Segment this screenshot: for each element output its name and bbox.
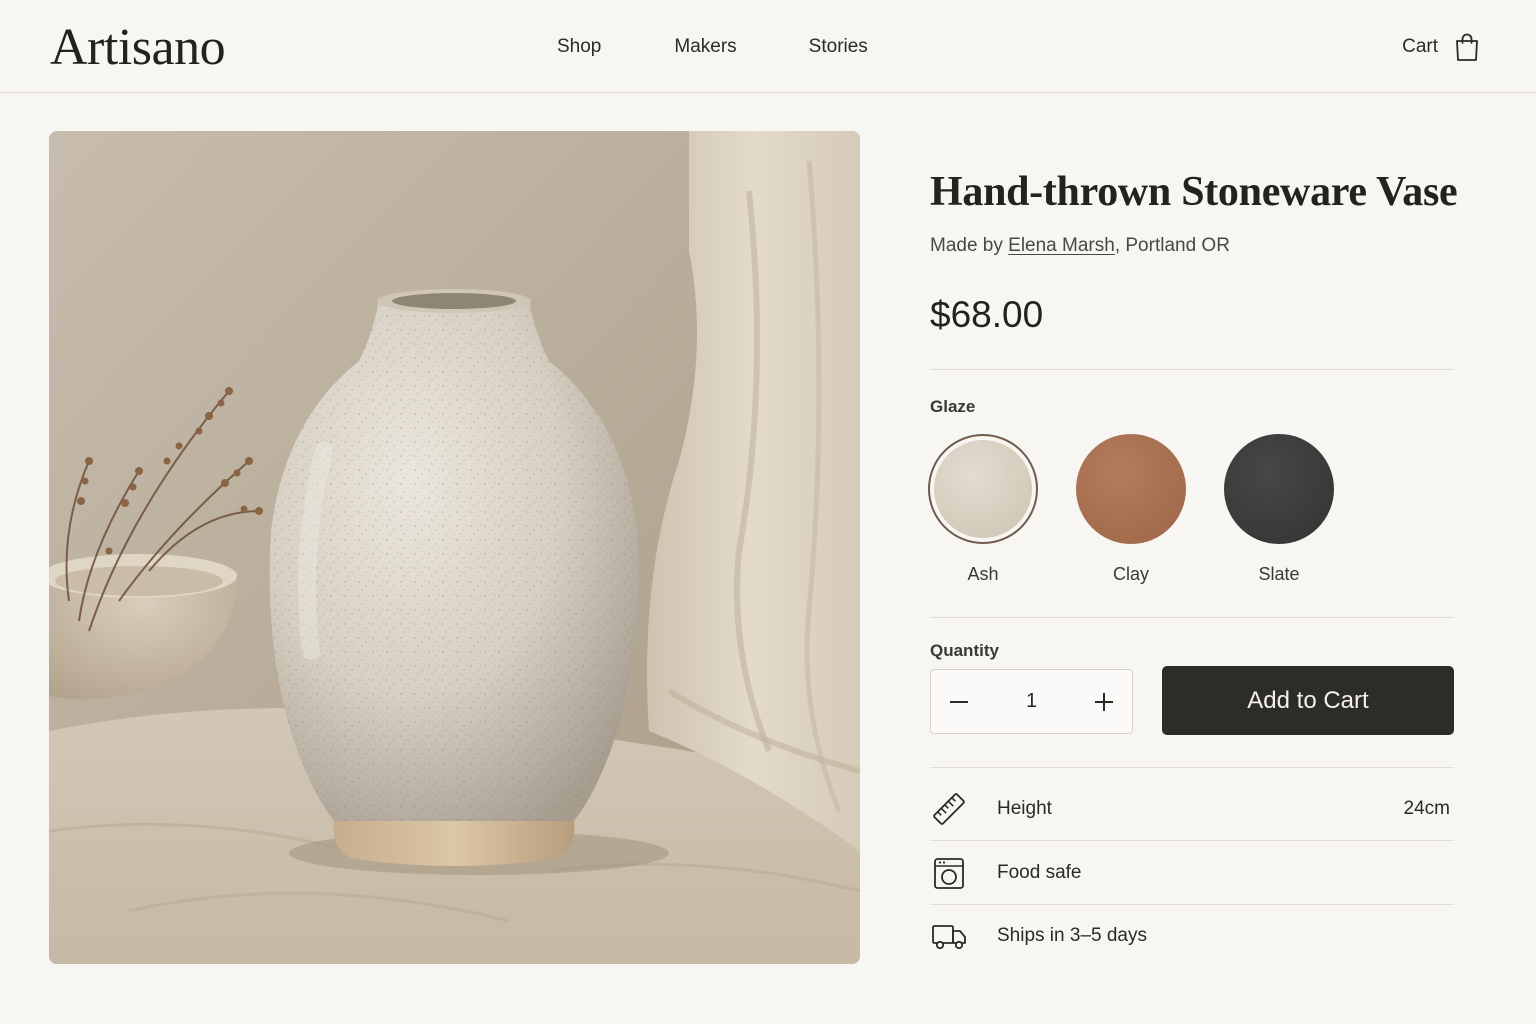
maker-link[interactable]: Elena Marsh xyxy=(1008,235,1115,256)
site-header: Artisano Shop Makers Stories Cart xyxy=(0,0,1536,93)
divider xyxy=(930,840,1454,841)
swatch-ash[interactable] xyxy=(928,434,1038,544)
truck-icon xyxy=(930,917,968,955)
divider xyxy=(930,617,1454,618)
product-image[interactable] xyxy=(49,131,860,964)
nav-shop[interactable]: Shop xyxy=(557,36,601,58)
divider xyxy=(930,369,1454,370)
shopping-bag-icon xyxy=(1456,33,1478,61)
swatch-clay[interactable] xyxy=(1076,434,1186,544)
quantity-value[interactable]: 1 xyxy=(1026,690,1037,713)
glaze-option-clay[interactable]: Clay xyxy=(1073,434,1189,585)
spec-height: Height 24cm xyxy=(930,789,1454,829)
food-safe-icon xyxy=(930,854,968,892)
product-title: Hand-thrown Stoneware Vase xyxy=(930,169,1458,215)
maker-location: , Portland OR xyxy=(1114,235,1230,256)
add-to-cart-button[interactable]: Add to Cart xyxy=(1162,666,1454,735)
divider xyxy=(930,767,1454,768)
spec-label: Food safe xyxy=(997,862,1082,883)
glaze-option-slate[interactable]: Slate xyxy=(1221,434,1337,585)
spec-label: Ships in 3–5 days xyxy=(997,925,1147,946)
increment-button[interactable] xyxy=(1090,688,1118,716)
spec-value: 24cm xyxy=(1403,798,1450,819)
brand-logo[interactable]: Artisano xyxy=(50,18,226,77)
cart-link[interactable]: Cart xyxy=(1402,32,1480,62)
swatch-slate[interactable] xyxy=(1224,434,1334,544)
spec-shipping: Ships in 3–5 days xyxy=(930,916,1454,956)
maker-line: Made by Elena Marsh, Portland OR xyxy=(930,235,1230,257)
quantity-stepper: 1 xyxy=(930,669,1133,734)
spec-label: Height xyxy=(997,798,1052,819)
swatch-ash-color xyxy=(934,440,1032,538)
decrement-button[interactable] xyxy=(945,688,973,716)
cart-label: Cart xyxy=(1402,36,1438,57)
quantity-label: Quantity xyxy=(930,641,999,660)
minus-icon xyxy=(950,700,968,703)
ruler-icon xyxy=(930,790,968,828)
glaze-label: Glaze xyxy=(930,397,976,416)
plus-icon xyxy=(1095,692,1113,711)
swatch-clay-label: Clay xyxy=(1112,564,1149,584)
divider xyxy=(930,904,1454,905)
nav-makers[interactable]: Makers xyxy=(674,36,736,58)
glaze-option-ash[interactable]: Ash xyxy=(925,434,1041,585)
nav-stories[interactable]: Stories xyxy=(809,36,868,58)
product-price: $68.00 xyxy=(930,294,1044,335)
spec-food-safe: Food safe xyxy=(930,853,1454,893)
swatch-slate-label: Slate xyxy=(1258,564,1300,584)
swatch-ash-label: Ash xyxy=(967,564,999,584)
product-photo-illustration xyxy=(49,131,860,964)
main-nav: Shop Makers Stories xyxy=(557,36,868,58)
maker-prefix: Made by xyxy=(930,235,1009,256)
